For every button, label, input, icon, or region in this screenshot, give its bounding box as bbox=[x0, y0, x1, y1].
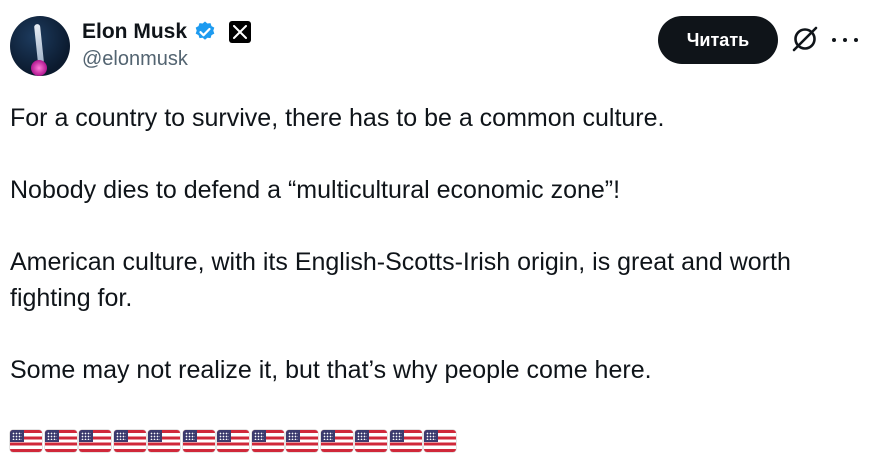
avatar[interactable] bbox=[10, 16, 70, 76]
x-logo-icon[interactable] bbox=[229, 21, 252, 43]
more-dots-icon[interactable] bbox=[832, 30, 858, 50]
tweet-paragraph: For a country to survive, there has to b… bbox=[10, 104, 665, 132]
us-flag-emoji bbox=[320, 430, 353, 452]
us-flag-emoji bbox=[44, 430, 77, 452]
verified-badge-icon[interactable] bbox=[193, 20, 217, 44]
us-flag-emoji bbox=[10, 430, 42, 452]
us-flag-emoji bbox=[389, 430, 422, 452]
us-flag-emoji bbox=[79, 430, 111, 452]
us-flag-emoji bbox=[113, 430, 146, 452]
tweet-text: For a country to survive, there has to b… bbox=[10, 100, 860, 388]
us-flag-emoji bbox=[217, 430, 249, 452]
us-flag-emoji bbox=[286, 430, 318, 452]
flag-emoji-row bbox=[10, 430, 456, 452]
us-flag-emoji bbox=[182, 430, 215, 452]
author-name-row: Elon Musk bbox=[82, 18, 252, 46]
author-display-name[interactable]: Elon Musk bbox=[82, 20, 187, 44]
tweet-paragraph: Some may not realize it, but that’s why … bbox=[10, 356, 652, 384]
follow-button[interactable]: Читать bbox=[658, 16, 778, 64]
tweet-paragraph: American culture, with its English-Scott… bbox=[10, 248, 791, 312]
tweet-paragraph: Nobody dies to defend a “multicultural e… bbox=[10, 176, 621, 204]
us-flag-emoji bbox=[251, 430, 284, 452]
author-handle[interactable]: @elonmusk bbox=[82, 48, 188, 71]
avatar-rocket bbox=[33, 23, 45, 65]
more-dot bbox=[843, 38, 847, 42]
us-flag-emoji bbox=[424, 430, 456, 452]
us-flag-emoji bbox=[355, 430, 387, 452]
avatar-plume bbox=[31, 60, 47, 76]
grok-icon[interactable] bbox=[790, 24, 820, 54]
more-dot bbox=[832, 38, 836, 42]
us-flag-emoji bbox=[148, 430, 180, 452]
more-dot bbox=[854, 38, 858, 42]
tweet-header: Elon Musk @elonmusk Читать bbox=[0, 0, 874, 90]
